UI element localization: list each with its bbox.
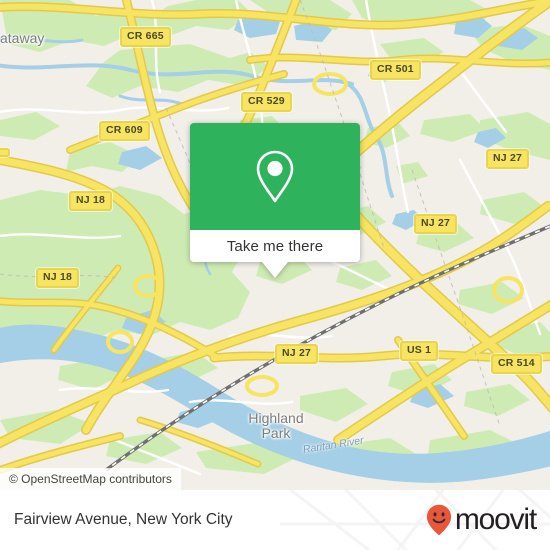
popup-header [190,123,360,230]
place-label-highland-park: Highland Park [248,410,304,441]
road-shield: NJ 27 [275,344,319,364]
road-shield: NJ 18 [69,191,113,211]
road-shield: CR 501 [370,60,421,80]
road-shield: NJ 18 [36,268,80,288]
popup-pointer [262,262,288,278]
popup-action-bar[interactable]: Take me there [190,230,360,262]
road-shield-partial [0,148,10,157]
road-shield: NJ 27 [414,214,458,234]
map-attribution[interactable]: © OpenStreetMap contributors [0,468,181,490]
map-canvas[interactable]: CR 665 CR 501 CR 529 CR 609 NJ 27 NJ 18 … [0,0,550,490]
moovit-location-card: CR 665 CR 501 CR 529 CR 609 NJ 27 NJ 18 … [0,0,550,550]
road-shield: CR 609 [99,121,150,141]
footer-bar: Fairview Avenue, New York City moovit [0,490,550,550]
moovit-wordmark: moovit [454,503,537,536]
map-pin-icon [256,150,294,202]
place-label-piscataway: ataway [0,30,45,46]
road-shield: US 1 [400,341,439,361]
attribution-text: © OpenStreetMap contributors [9,472,172,486]
road-shield: CR 514 [491,354,542,374]
take-me-there-label: Take me there [226,237,324,255]
road-shield: CR 529 [241,92,292,112]
moovit-pin-smiley-icon [426,504,451,536]
road-shield: CR 665 [120,27,171,47]
road-shield: NJ 27 [486,149,530,169]
destination-popup-card[interactable]: Take me there [190,123,360,278]
location-title: Fairview Avenue, New York City [14,511,233,528]
moovit-logo[interactable]: moovit [426,503,537,536]
